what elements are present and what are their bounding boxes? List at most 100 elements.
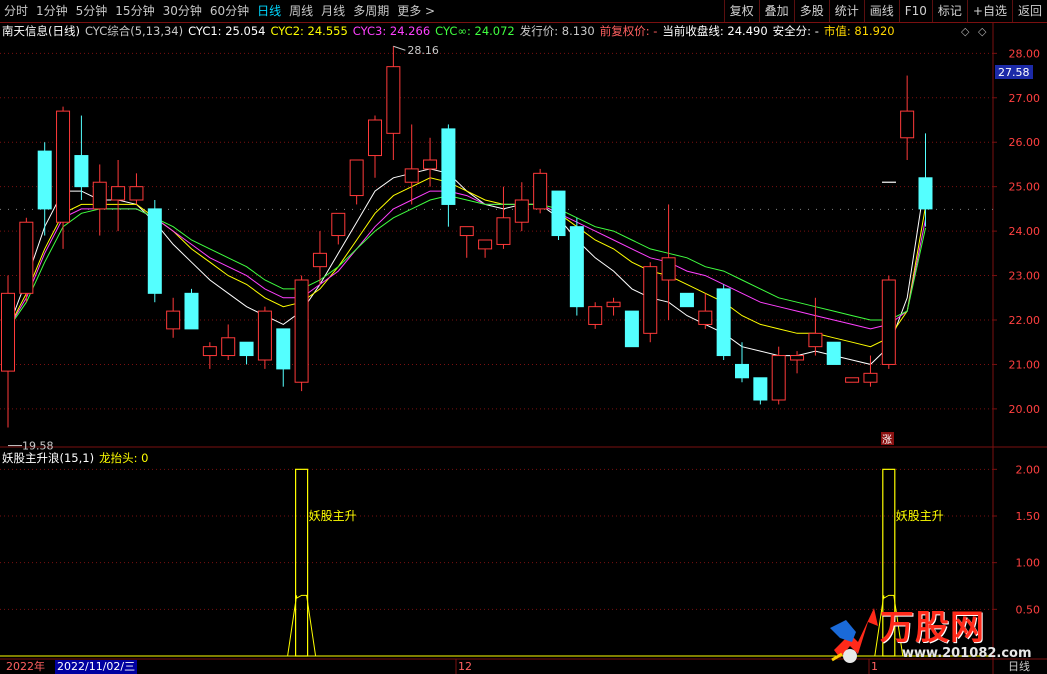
- tab-more[interactable]: 更多 >: [393, 0, 439, 22]
- sub-indicator-name[interactable]: 妖股主升浪(15,1): [2, 450, 94, 466]
- candle-body: [202, 346, 217, 357]
- draw-line-button[interactable]: 画线: [863, 0, 899, 22]
- tab-daily[interactable]: 日线: [253, 0, 285, 22]
- watermark-brand: 万股网: [880, 608, 985, 648]
- current-price-tag-label: 27.58: [998, 66, 1030, 79]
- market-cap: 市值: 81.920: [823, 24, 895, 38]
- back-button[interactable]: 返回: [1011, 0, 1047, 22]
- limit-up-badge: [881, 432, 894, 445]
- candle-body: [606, 301, 621, 308]
- tab-intraday[interactable]: 分时: [0, 0, 32, 22]
- candle-body: [1, 292, 15, 372]
- signal-label: 妖股主升: [309, 509, 357, 523]
- pre-adjust-price: 前复权价: -: [599, 24, 658, 38]
- tab-multi-period[interactable]: 多周期: [349, 0, 393, 22]
- candle-body: [551, 190, 566, 237]
- tab-15min[interactable]: 15分钟: [111, 0, 158, 22]
- mark-button[interactable]: 标记: [931, 0, 967, 22]
- candle-body: [771, 355, 786, 401]
- sub-tick-label: 1.00: [1016, 557, 1041, 570]
- candle-body: [239, 341, 254, 357]
- candle-body: [863, 372, 878, 383]
- statistics-button[interactable]: 统计: [828, 0, 864, 22]
- kline-chart[interactable]: 妖股主升 妖股主升 28.00 27.00 26.00 25.00 24.00 23.00 2…: [0, 0, 1047, 674]
- current-close-line: 当前收盘线: 24.490: [662, 24, 768, 38]
- sub-tick-label: 1.50: [1016, 510, 1041, 523]
- tab-1min[interactable]: 1分钟: [32, 0, 72, 22]
- high-pointer: [393, 45, 406, 51]
- price-tick-label: 28.00: [1009, 47, 1041, 60]
- candle-body: [221, 337, 236, 357]
- signal-triangle: [287, 594, 317, 657]
- candle-body: [147, 208, 162, 294]
- candle-body: [679, 292, 694, 308]
- candle-body: [349, 159, 364, 197]
- tab-5min[interactable]: 5分钟: [72, 0, 112, 22]
- price-tick-label: 22.00: [1009, 314, 1041, 327]
- candle-body: [331, 212, 346, 237]
- candle-body: [56, 110, 71, 223]
- candle-body: [735, 363, 749, 379]
- cursor-date: 2022/11/02/三: [55, 660, 138, 674]
- f10-button[interactable]: F10: [898, 0, 932, 22]
- adjust-button[interactable]: 复权: [723, 0, 759, 22]
- watermark-logo: 万股网 www.201082.com: [828, 598, 1032, 668]
- signal-label: 妖股主升: [896, 509, 944, 523]
- candle-body: [294, 279, 309, 383]
- signal-bar: [295, 468, 309, 657]
- safety-score: 安全分: -: [772, 24, 819, 38]
- cycinf-value: CYC∞: 24.072: [435, 24, 515, 38]
- diamond-icon[interactable]: ◇: [961, 25, 969, 38]
- tab-60min[interactable]: 60分钟: [206, 0, 253, 22]
- candle-body: [661, 257, 676, 281]
- month-dec-label: 12: [458, 660, 472, 673]
- current-price-tag: [995, 65, 1033, 79]
- candle-body: [900, 110, 915, 139]
- tab-monthly[interactable]: 月线: [317, 0, 349, 22]
- candle-body: [533, 172, 548, 210]
- price-tick-label: 26.00: [1009, 136, 1041, 149]
- tab-30min[interactable]: 30分钟: [159, 0, 206, 22]
- issue-price: 发行价: 8.130: [519, 24, 595, 38]
- candle-body: [37, 150, 52, 210]
- candle-body: [257, 310, 272, 361]
- candle-body: [624, 310, 639, 348]
- stock-name: 南天信息(日线): [2, 24, 80, 38]
- price-tick-label: 24.00: [1009, 225, 1041, 238]
- cyc-line-1: [7, 168, 926, 365]
- candle-body: [111, 186, 126, 201]
- candle-body: [588, 306, 603, 325]
- price-tick-label: 25.00: [1009, 181, 1041, 194]
- cyc3-value: CYC3: 24.266: [352, 24, 431, 38]
- candle-body: [496, 217, 511, 245]
- candle-body: [643, 266, 658, 334]
- high-label: 28.16: [407, 44, 439, 57]
- candle-body: [441, 128, 456, 205]
- candle-body: [129, 186, 144, 201]
- candle-body: [569, 226, 584, 308]
- candle-body: [166, 310, 181, 330]
- candle-body: [698, 310, 713, 325]
- candle-body: [478, 239, 493, 250]
- bull-logo-icon: [830, 608, 878, 663]
- diamond-icon[interactable]: ◇: [978, 25, 986, 38]
- multi-stock-button[interactable]: 多股: [793, 0, 829, 22]
- candle-body: [276, 328, 291, 370]
- price-tick-label: 21.00: [1009, 358, 1041, 371]
- tab-weekly[interactable]: 周线: [285, 0, 317, 22]
- candle-body: [423, 159, 438, 170]
- indicator-name[interactable]: CYC综合(5,13,34): [85, 23, 183, 39]
- candle-body: [753, 377, 768, 401]
- add-watchlist-button[interactable]: +自选: [966, 0, 1012, 22]
- cyc-line-2: [7, 177, 926, 348]
- candle-body: [881, 279, 896, 365]
- candle-body: [386, 66, 401, 134]
- candle-body: [312, 252, 327, 268]
- price-tick-label: 23.00: [1009, 270, 1041, 283]
- dragon-value: 龙抬头: 0: [99, 451, 149, 465]
- overlay-button[interactable]: 叠加: [758, 0, 794, 22]
- period-tabs: 分时 1分钟 5分钟 15分钟 30分钟 60分钟 日线 周线 月线 多周期 更…: [0, 0, 439, 22]
- cyc-line-4: [7, 195, 926, 330]
- sub-legend: 妖股主升浪(15,1) 龙抬头: 0: [2, 450, 148, 466]
- year-label: 2022年: [6, 660, 45, 673]
